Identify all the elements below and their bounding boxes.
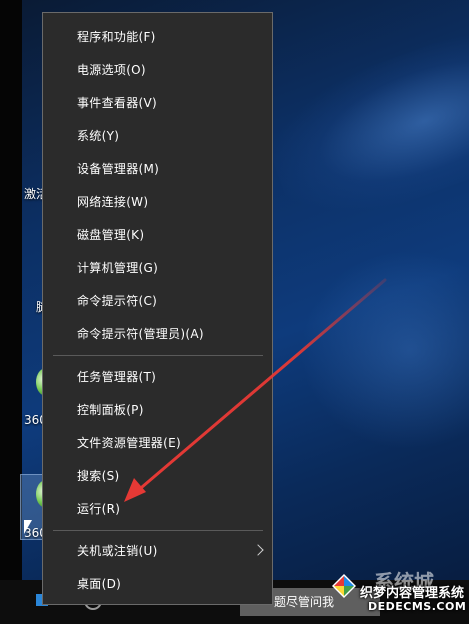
menu-item-computer-management[interactable]: 计算机管理(G) bbox=[43, 253, 272, 283]
menu-item-command-prompt-admin[interactable]: 命令提示符(管理员)(A) bbox=[43, 319, 272, 349]
menu-item-desktop[interactable]: 桌面(D) bbox=[43, 569, 272, 599]
desktop-background: 激活 腿 360 360 题尽管问我 程序和功能(F) 电源选项(O) 事件查看… bbox=[0, 0, 469, 624]
winx-context-menu: 程序和功能(F) 电源选项(O) 事件查看器(V) 系统(Y) 设备管理器(M)… bbox=[42, 12, 273, 605]
watermark-url: DEDECMS.COM bbox=[368, 600, 467, 613]
menu-item-task-manager[interactable]: 任务管理器(T) bbox=[43, 362, 272, 392]
menu-item-control-panel[interactable]: 控制面板(P) bbox=[43, 395, 272, 425]
menu-item-event-viewer[interactable]: 事件查看器(V) bbox=[43, 88, 272, 118]
watermark-logo-icon bbox=[332, 574, 356, 598]
menu-item-search[interactable]: 搜索(S) bbox=[43, 461, 272, 491]
wallpaper-light-glow bbox=[300, 250, 469, 450]
menu-item-shutdown-or-signout[interactable]: 关机或注销(U) bbox=[43, 536, 272, 566]
wallpaper-light-beam bbox=[253, 19, 469, 241]
menu-item-command-prompt[interactable]: 命令提示符(C) bbox=[43, 286, 272, 316]
menu-item-file-explorer[interactable]: 文件资源管理器(E) bbox=[43, 428, 272, 458]
left-edge-strip bbox=[0, 0, 22, 624]
menu-separator bbox=[53, 530, 263, 531]
watermark: 系统城 织梦内容管理系统 DEDECMS.COM bbox=[330, 566, 468, 622]
mouse-cursor-icon bbox=[24, 520, 32, 534]
menu-separator bbox=[53, 355, 263, 356]
menu-item-system[interactable]: 系统(Y) bbox=[43, 121, 272, 151]
watermark-title: 织梦内容管理系统 bbox=[360, 586, 465, 601]
menu-item-device-manager[interactable]: 设备管理器(M) bbox=[43, 154, 272, 184]
menu-item-power-options[interactable]: 电源选项(O) bbox=[43, 55, 272, 85]
menu-item-disk-management[interactable]: 磁盘管理(K) bbox=[43, 220, 272, 250]
chevron-right-icon bbox=[252, 544, 264, 556]
menu-item-label: 关机或注销(U) bbox=[77, 544, 158, 558]
menu-item-programs-and-features[interactable]: 程序和功能(F) bbox=[43, 22, 272, 52]
menu-item-network-connections[interactable]: 网络连接(W) bbox=[43, 187, 272, 217]
menu-item-run[interactable]: 运行(R) bbox=[43, 494, 272, 524]
